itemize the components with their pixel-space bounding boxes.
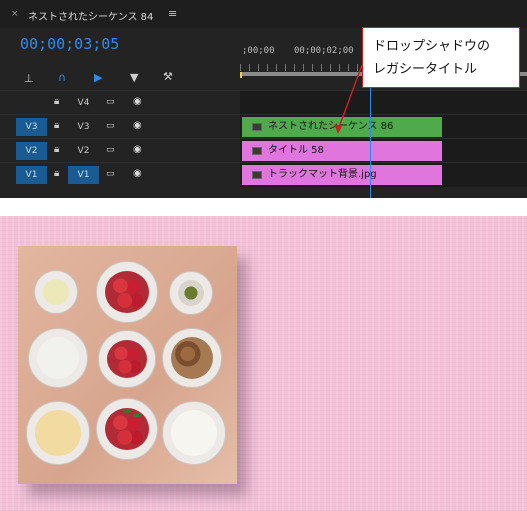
source-patch[interactable]: V1 <box>16 166 47 184</box>
callout-line: ドロップシャドウの <box>373 39 491 54</box>
bowl-herbs <box>169 271 213 315</box>
track-target[interactable]: V4 <box>68 94 99 112</box>
clip-title[interactable]: タイトル 58 <box>242 141 442 161</box>
panel-menu-icon[interactable]: ≡ <box>168 7 177 20</box>
nest-icon[interactable]: ⊥ <box>24 72 34 85</box>
track-v4: 🔒︎ V4 ▭ ◉ <box>0 90 527 115</box>
clip-nested-sequence[interactable]: ネストされたシーケンス 86 <box>242 117 442 137</box>
callout-line: レガシータイトル <box>373 62 478 77</box>
lock-icon[interactable]: 🔒︎ <box>54 120 59 131</box>
sequence-title[interactable]: ネストされたシーケンス 84 <box>28 8 153 23</box>
source-patch[interactable]: V2 <box>16 142 47 160</box>
bowl-lemon-juice <box>34 270 78 314</box>
track-header: V2 🔒︎ V2 ▭ ◉ <box>0 139 240 163</box>
tick-label: ;00;00 <box>242 46 275 56</box>
track-target[interactable]: V1 <box>68 166 99 184</box>
eye-icon[interactable]: ◉ <box>133 96 142 107</box>
clip-track-matte-bg[interactable]: トラックマット背景.jpg <box>242 165 442 185</box>
snap-icon[interactable]: ∩ <box>58 71 66 84</box>
fx-icon <box>252 171 262 179</box>
tick-label: 00;00;02;00 <box>294 46 354 56</box>
close-icon[interactable]: × <box>11 9 19 19</box>
track-lane[interactable]: ネストされたシーケンス 86 <box>240 115 527 139</box>
track-target[interactable]: V2 <box>68 142 99 160</box>
bowl-sliced-strawberries <box>96 398 158 460</box>
eye-icon[interactable]: ◉ <box>133 120 142 131</box>
linked-selection-icon[interactable]: ▶ <box>94 71 102 84</box>
fx-icon <box>252 147 262 155</box>
marker-icon[interactable]: ▼ <box>130 71 138 84</box>
track-v1: V1 🔒︎ V1 ▭ ◉ トラックマット背景.jpg <box>0 162 527 187</box>
bowl-strawberries-2 <box>98 330 156 388</box>
track-lane[interactable]: トラックマット背景.jpg <box>240 163 527 187</box>
bowl-walnuts <box>162 328 222 388</box>
track-header: V1 🔒︎ V1 ▭ ◉ <box>0 163 240 187</box>
bowl-butter <box>26 401 90 465</box>
lock-icon[interactable]: 🔒︎ <box>54 96 59 107</box>
track-header: V3 🔒︎ V3 ▭ ◉ <box>0 115 240 139</box>
film-icon[interactable]: ▭ <box>106 121 115 131</box>
bowl-sugar <box>28 328 88 388</box>
source-patch[interactable]: V3 <box>16 118 47 136</box>
lock-icon[interactable]: 🔒︎ <box>54 144 59 155</box>
annotation-callout: ドロップシャドウの レガシータイトル <box>362 27 520 88</box>
fx-icon <box>252 123 262 131</box>
sequence-tab[interactable]: × ネストされたシーケンス 84 ≡ <box>0 0 527 28</box>
program-preview <box>0 216 527 511</box>
bowl-strawberries <box>96 261 158 323</box>
bowl-cream <box>162 401 226 465</box>
wrench-icon[interactable]: ⚒ <box>163 70 173 83</box>
timecode-display[interactable]: 00;00;03;05 <box>20 35 119 53</box>
track-v2: V2 🔒︎ V2 ▭ ◉ タイトル 58 <box>0 138 527 163</box>
lock-icon[interactable]: 🔒︎ <box>54 168 59 179</box>
work-area-start[interactable] <box>240 72 242 78</box>
track-target[interactable]: V3 <box>68 118 99 136</box>
film-icon[interactable]: ▭ <box>106 145 115 155</box>
track-v3: V3 🔒︎ V3 ▭ ◉ ネストされたシーケンス 86 <box>0 114 527 139</box>
clip-label: タイトル 58 <box>268 145 324 156</box>
clip-label: トラックマット背景.jpg <box>268 169 377 180</box>
film-icon[interactable]: ▭ <box>106 97 115 107</box>
eye-icon[interactable]: ◉ <box>133 168 142 179</box>
track-lane[interactable] <box>240 91 527 115</box>
clip-label: ネストされたシーケンス 86 <box>268 121 394 132</box>
track-header: 🔒︎ V4 ▭ ◉ <box>0 91 240 115</box>
photo-with-drop-shadow <box>18 246 237 484</box>
playhead-line[interactable] <box>370 76 371 198</box>
track-lane[interactable]: タイトル 58 <box>240 139 527 163</box>
eye-icon[interactable]: ◉ <box>133 144 142 155</box>
timeline-panel: × ネストされたシーケンス 84 ≡ 00;00;03;05 ⊥ ∩ ▶ ▼ ⚒… <box>0 0 527 198</box>
film-icon[interactable]: ▭ <box>106 169 115 179</box>
